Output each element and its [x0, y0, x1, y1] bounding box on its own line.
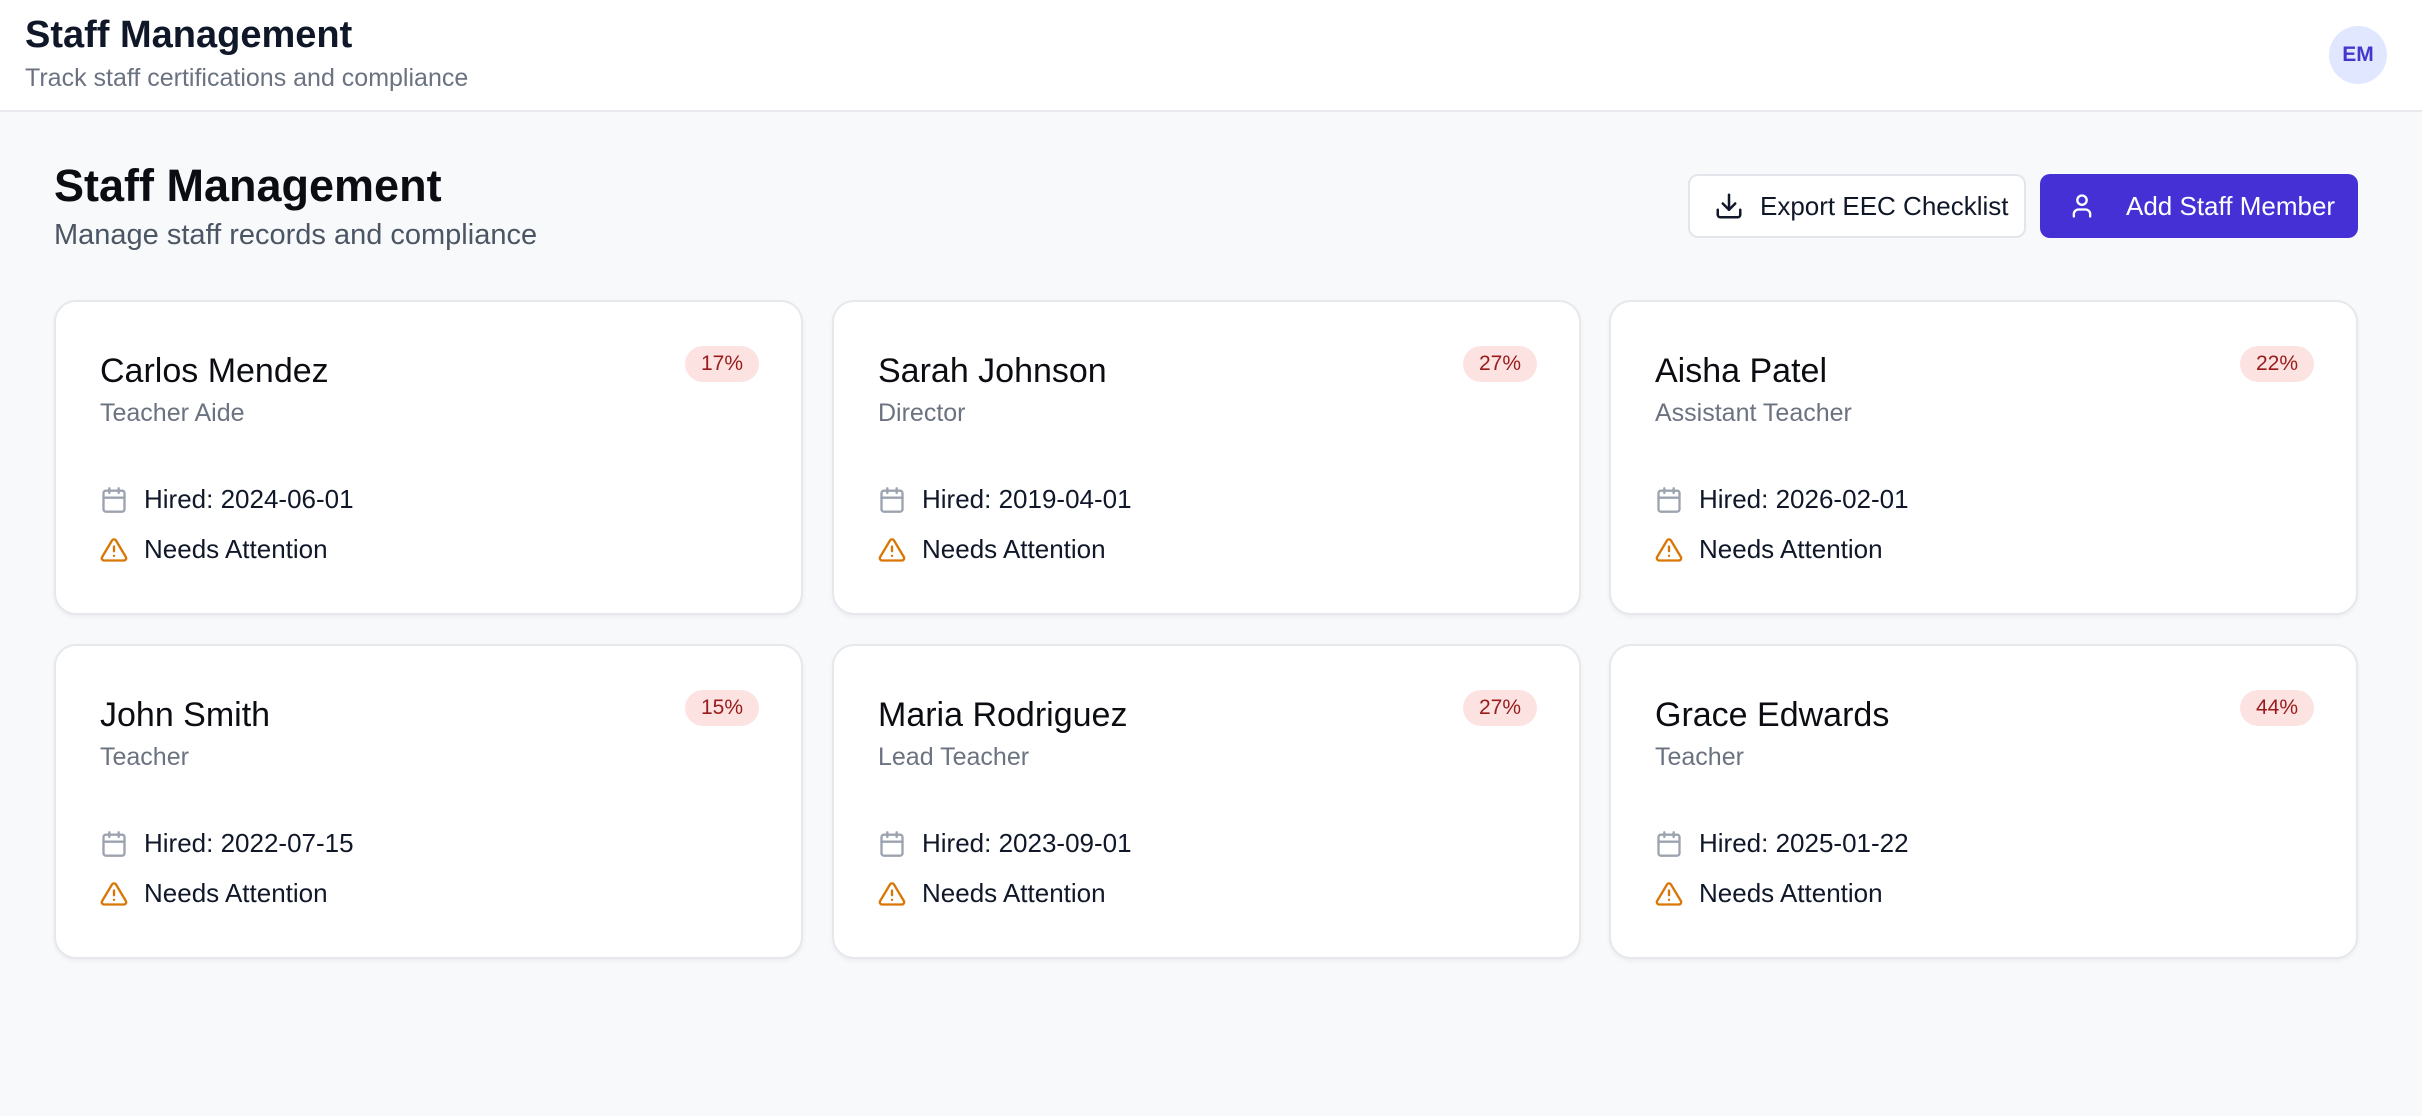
staff-name: Sarah Johnson [878, 352, 1107, 390]
hired-row: Hired: 2022-07-15 [100, 828, 354, 859]
hired-row: Hired: 2019-04-01 [878, 484, 1132, 515]
staff-card[interactable]: Maria Rodriguez Lead Teacher 27% Hired: … [832, 644, 1581, 959]
top-bar: Staff Management Track staff certificati… [0, 0, 2422, 112]
download-icon [1716, 193, 1742, 219]
warning-triangle-icon [100, 537, 128, 562]
calendar-icon [880, 486, 904, 513]
status-text: Needs Attention [144, 878, 328, 908]
compliance-percent-badge: 17% [684, 346, 759, 382]
hired-date: Hired: 2024-06-01 [144, 484, 354, 514]
user-avatar[interactable]: EM [2329, 26, 2387, 84]
staff-card[interactable]: John Smith Teacher 15% Hired: 2022-07-15… [54, 644, 803, 959]
compliance-percent-badge: 27% [1462, 690, 1537, 726]
add-staff-member-button[interactable]: Add Staff Member [2040, 174, 2358, 238]
user-icon [2072, 194, 2092, 218]
app-subtitle: Track staff certifications and complianc… [25, 64, 469, 92]
staff-role: Lead Teacher [878, 743, 1030, 771]
calendar-icon [102, 486, 126, 513]
status-text: Needs Attention [1699, 534, 1883, 564]
hired-date: Hired: 2023-09-01 [922, 828, 1132, 858]
status-row: Needs Attention [100, 534, 328, 565]
hired-date: Hired: 2019-04-01 [922, 484, 1132, 514]
calendar-icon [880, 830, 904, 857]
hired-date: Hired: 2022-07-15 [144, 828, 354, 858]
staff-role: Teacher [100, 743, 189, 771]
warning-triangle-icon [1655, 881, 1683, 906]
status-row: Needs Attention [1655, 878, 1883, 909]
hired-row: Hired: 2025-01-22 [1655, 828, 1909, 859]
staff-name: Aisha Patel [1655, 352, 1827, 390]
status-row: Needs Attention [878, 878, 1106, 909]
hired-date: Hired: 2026-02-01 [1699, 484, 1909, 514]
staff-card[interactable]: Sarah Johnson Director 27% Hired: 2019-0… [832, 300, 1581, 615]
add-button-label: Add Staff Member [2126, 190, 2336, 221]
calendar-icon [1657, 486, 1681, 513]
compliance-percent-badge: 15% [684, 690, 759, 726]
staff-name: Carlos Mendez [100, 352, 329, 390]
status-row: Needs Attention [878, 534, 1106, 565]
status-row: Needs Attention [100, 878, 328, 909]
page-subtitle: Manage staff records and compliance [54, 219, 538, 251]
export-eec-checklist-button[interactable]: Export EEC Checklist [1688, 174, 2026, 238]
export-button-label: Export EEC Checklist [1760, 190, 2009, 221]
status-text: Needs Attention [922, 878, 1106, 908]
status-row: Needs Attention [1655, 534, 1883, 565]
warning-triangle-icon [878, 537, 906, 562]
staff-name: Maria Rodriguez [878, 696, 1128, 734]
compliance-percent-badge: 22% [2239, 346, 2314, 382]
hired-date: Hired: 2025-01-22 [1699, 828, 1909, 858]
calendar-icon [102, 830, 126, 857]
status-text: Needs Attention [922, 534, 1106, 564]
hired-row: Hired: 2023-09-01 [878, 828, 1132, 859]
staff-role: Teacher [1655, 743, 1744, 771]
staff-role: Assistant Teacher [1655, 399, 1852, 427]
warning-triangle-icon [1655, 537, 1683, 562]
hired-row: Hired: 2026-02-01 [1655, 484, 1909, 515]
staff-card[interactable]: Aisha Patel Assistant Teacher 22% Hired:… [1609, 300, 2358, 615]
app-title: Staff Management [25, 14, 353, 56]
compliance-percent-badge: 27% [1462, 346, 1537, 382]
staff-role: Teacher Aide [100, 399, 245, 427]
staff-name: John Smith [100, 696, 271, 734]
warning-triangle-icon [100, 881, 128, 906]
warning-triangle-icon [878, 881, 906, 906]
staff-name: Grace Edwards [1655, 696, 1890, 734]
page-title: Staff Management [54, 160, 442, 211]
compliance-percent-badge: 44% [2239, 690, 2314, 726]
staff-role: Director [878, 399, 966, 427]
staff-card[interactable]: Carlos Mendez Teacher Aide 17% Hired: 20… [54, 300, 803, 615]
calendar-icon [1657, 830, 1681, 857]
staff-card[interactable]: Grace Edwards Teacher 44% Hired: 2025-01… [1609, 644, 2358, 959]
hired-row: Hired: 2024-06-01 [100, 484, 354, 515]
status-text: Needs Attention [1699, 878, 1883, 908]
status-text: Needs Attention [144, 534, 328, 564]
